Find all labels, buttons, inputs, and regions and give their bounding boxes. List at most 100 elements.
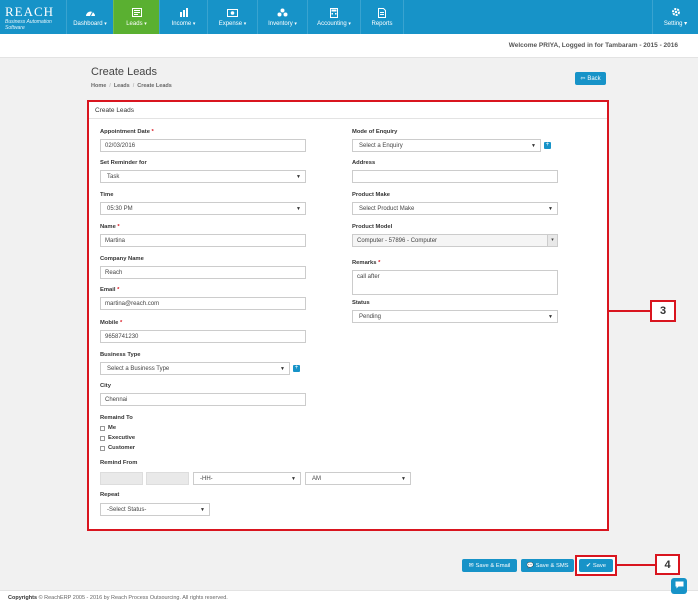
panel-title: Create Leads	[89, 102, 607, 119]
appointment-date-input[interactable]: 02/03/2016	[100, 139, 306, 152]
time-value: 05:30 PM	[107, 206, 133, 212]
chevron-down-icon: ▼	[548, 314, 553, 320]
welcome-text: Welcome PRIYA, Logged in for Tambaram - …	[508, 42, 678, 49]
nav-setting[interactable]: Setting ▾	[652, 0, 698, 34]
remind-from-hour-value: -HH-	[200, 476, 213, 482]
chevron-down-icon: ▼	[296, 206, 301, 212]
appointment-date-label: Appointment Date *	[100, 129, 154, 135]
save-email-label: Save & Email	[475, 562, 511, 569]
company-name-label: Company Name	[100, 256, 144, 262]
set-reminder-value: Task	[107, 174, 120, 180]
set-reminder-label: Set Reminder for	[100, 160, 147, 166]
nav-leads-label: Leads	[126, 20, 143, 27]
nav-inventory[interactable]: Inventory ▾	[257, 0, 307, 34]
name-input[interactable]: Martina	[100, 234, 306, 247]
logo-text: REACH	[5, 4, 55, 19]
mode-enquiry-select[interactable]: Select a Enquiry ▼	[352, 139, 541, 152]
save-label: Save	[592, 562, 607, 569]
welcome-bar: Welcome PRIYA, Logged in for Tambaram - …	[0, 34, 698, 58]
checkbox-me-label: Me	[108, 425, 117, 431]
product-make-label: Product Make	[352, 192, 391, 198]
mode-enquiry-label: Mode of Enquiry	[352, 129, 398, 135]
brand-logo[interactable]: REACH Business Automation Software	[0, 0, 66, 34]
checkbox-customer[interactable]: Customer	[100, 445, 135, 451]
nav-leads[interactable]: Leads ▾	[113, 0, 159, 34]
save-sms-button[interactable]: 💬 Save & SMS	[521, 559, 574, 572]
time-label: Time	[100, 192, 114, 198]
back-button[interactable]: ⇦ Back	[575, 72, 606, 85]
status-select[interactable]: Pending ▼	[352, 310, 558, 323]
product-make-select[interactable]: Select Product Make ▼	[352, 202, 558, 215]
nav-accounting[interactable]: Accounting ▾	[307, 0, 360, 34]
remind-from-ampm-value: AM	[312, 476, 321, 482]
back-label: Back	[587, 75, 601, 82]
address-input[interactable]	[352, 170, 558, 183]
product-make-value: Select Product Make	[359, 206, 415, 212]
dashboard-icon	[84, 8, 96, 18]
city-label: City	[100, 383, 111, 389]
remind-from-ampm-select[interactable]: AM ▼	[305, 472, 411, 485]
nav-dashboard-label: Dashboard	[73, 20, 103, 27]
chat-bubble-icon	[675, 581, 684, 591]
breadcrumb-home[interactable]: Home	[91, 83, 106, 89]
address-label: Address	[352, 160, 376, 166]
time-select[interactable]: 05:30 PM ▼	[100, 202, 306, 215]
email-input[interactable]: martina@reach.com	[100, 297, 306, 310]
annotation-marker-4: 4	[655, 554, 680, 575]
nav-dashboard[interactable]: Dashboard ▾	[66, 0, 113, 34]
business-type-select[interactable]: Select a Business Type ▼	[100, 362, 290, 375]
mode-enquiry-value: Select a Enquiry	[359, 143, 403, 149]
remind-from-hour-select[interactable]: -HH- ▼	[193, 472, 301, 485]
breadcrumb-leads[interactable]: Leads	[114, 83, 130, 89]
save-sms-label: Save & SMS	[535, 562, 569, 569]
create-leads-panel: Create Leads Appointment Date * 02/03/20…	[87, 100, 609, 531]
mobile-label: Mobile *	[100, 320, 123, 326]
checkbox-executive-label: Executive	[108, 435, 136, 441]
chat-widget-button[interactable]	[671, 578, 687, 594]
mobile-input[interactable]: 9658741230	[100, 330, 306, 343]
save-email-button[interactable]: ✉ Save & Email	[462, 559, 517, 572]
status-label: Status	[352, 300, 370, 306]
envelope-icon: ✉	[468, 562, 474, 569]
remind-from-time-input[interactable]	[146, 472, 189, 485]
top-navbar: REACH Business Automation Software Dashb…	[0, 0, 698, 34]
save-button[interactable]: ✔ Save	[579, 559, 613, 572]
set-reminder-select[interactable]: Task ▼	[100, 170, 306, 183]
company-name-input[interactable]: Reach	[100, 266, 306, 279]
nav-income[interactable]: Income ▾	[159, 0, 207, 34]
add-enquiry-button[interactable]: +	[544, 142, 551, 149]
remind-from-date-input[interactable]	[100, 472, 143, 485]
remarks-label: Remarks *	[352, 260, 381, 266]
product-model-select[interactable]: Computer - 57896 - Computer ▾	[352, 234, 558, 247]
repeat-select[interactable]: -Select Status- ▼	[100, 503, 210, 516]
income-icon	[178, 8, 190, 18]
nav-accounting-label: Accounting	[317, 20, 347, 27]
email-label: Email *	[100, 287, 120, 293]
chevron-down-icon: ▼	[291, 476, 296, 482]
nav-reports[interactable]: Reports	[360, 0, 404, 34]
footer: Copyrights © ReachERP 2005 - 2016 by Rea…	[0, 590, 698, 605]
gear-icon	[670, 7, 682, 17]
nav-expense[interactable]: Expense ▾	[207, 0, 257, 34]
arrow-left-icon: ⇦	[580, 76, 586, 82]
checkbox-box[interactable]	[100, 445, 105, 451]
checkbox-me[interactable]: Me	[100, 425, 116, 431]
business-type-value: Select a Business Type	[107, 366, 170, 372]
remind-from-label: Remind From	[100, 460, 138, 466]
checkbox-executive[interactable]: Executive	[100, 435, 135, 441]
annotation-line-4	[617, 564, 655, 566]
chevron-down-icon: ▾	[547, 235, 557, 246]
remarks-textarea[interactable]: call after	[352, 270, 558, 295]
city-input[interactable]: Chennai	[100, 393, 306, 406]
page-title: Create Leads	[91, 66, 158, 78]
leads-icon	[131, 8, 143, 18]
inventory-icon	[277, 8, 289, 18]
nav-income-label: Income	[171, 20, 192, 27]
expense-icon	[227, 8, 239, 18]
checkbox-box[interactable]	[100, 435, 105, 441]
check-icon: ✔	[585, 562, 591, 569]
annotation-line-3	[609, 310, 650, 312]
checkbox-box[interactable]	[100, 425, 105, 431]
add-business-type-button[interactable]: +	[293, 365, 300, 372]
breadcrumb-current: Create Leads	[137, 83, 172, 89]
